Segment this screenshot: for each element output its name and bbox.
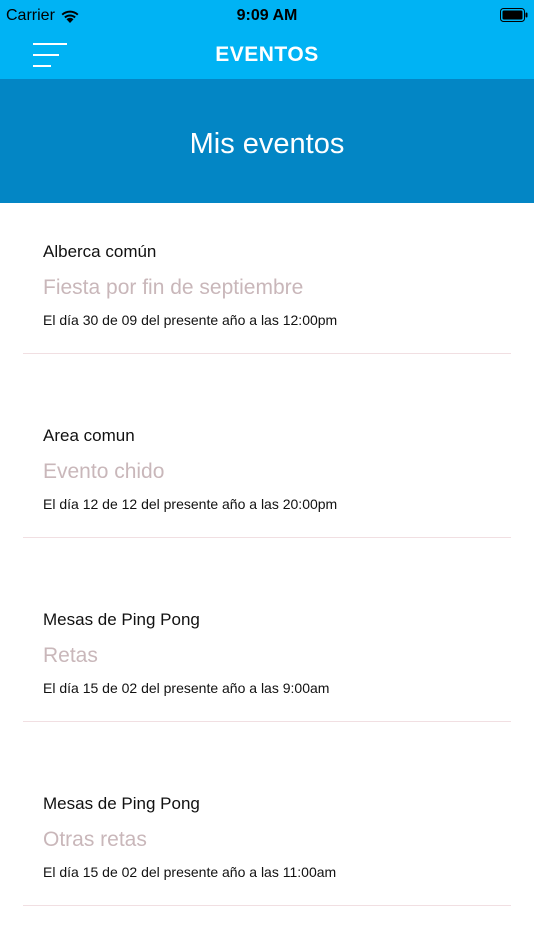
event-item[interactable]: Mesas de Ping Pong Retas El día 15 de 02…	[0, 571, 534, 755]
event-date: El día 30 de 09 del presente año a las 1…	[43, 312, 338, 328]
divider	[23, 537, 511, 538]
event-date: El día 15 de 02 del presente año a las 9…	[43, 680, 330, 696]
status-bar: Carrier 9:09 AM	[0, 0, 534, 32]
divider	[23, 721, 511, 722]
nav-title: EVENTOS	[215, 43, 319, 66]
event-location: Mesas de Ping Pong	[43, 794, 200, 813]
event-date: El día 15 de 02 del presente año a las 1…	[43, 864, 337, 880]
event-date: El día 12 de 12 del presente año a las 2…	[43, 496, 338, 512]
divider	[23, 905, 511, 906]
event-name: Otras retas	[43, 828, 147, 851]
page-title: Mis eventos	[189, 128, 345, 160]
status-time: 9:09 AM	[236, 7, 298, 24]
header-banner: Mis eventos	[0, 79, 534, 203]
event-location: Alberca común	[43, 242, 157, 261]
event-location: Area comun	[43, 426, 135, 445]
event-name: Evento chido	[43, 460, 165, 483]
event-name: Fiesta por fin de septiembre	[43, 276, 304, 299]
event-item[interactable]: Alberca común Fiesta por fin de septiemb…	[0, 203, 534, 387]
event-item[interactable]: Area comun Evento chido El día 12 de 12 …	[0, 387, 534, 571]
navigation-bar: EVENTOS	[0, 32, 534, 79]
battery-icon	[500, 8, 528, 22]
event-item[interactable]: Mesas de Ping Pong Otras retas El día 15…	[0, 755, 534, 939]
divider	[23, 353, 511, 354]
event-location: Mesas de Ping Pong	[43, 610, 200, 629]
event-name: Retas	[43, 644, 98, 667]
event-list: Alberca común Fiesta por fin de septiemb…	[0, 203, 534, 939]
